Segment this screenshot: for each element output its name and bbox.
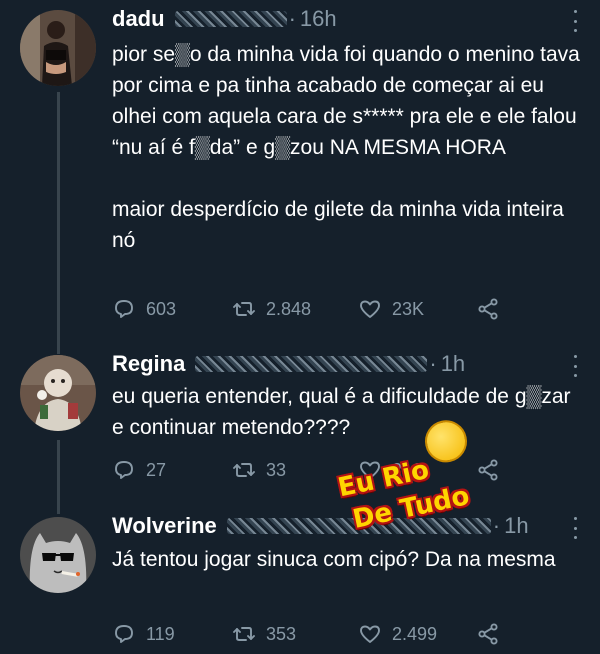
- censored-handle: [174, 11, 287, 27]
- tweet-paragraph: pior se▒o da minha vida foi quando o men…: [112, 43, 580, 159]
- display-name[interactable]: dadu: [112, 6, 165, 32]
- retweet-icon: [233, 463, 255, 477]
- more-options-icon[interactable]: [572, 355, 578, 377]
- reply-button[interactable]: 27: [112, 455, 166, 485]
- avatar[interactable]: [20, 355, 96, 431]
- action-bar: 603 2.848 23K: [112, 294, 512, 324]
- more-options-icon[interactable]: [572, 517, 578, 539]
- retweet-count: 33: [266, 459, 287, 480]
- reply-button[interactable]: 119: [112, 619, 175, 649]
- like-count: 216: [392, 459, 423, 480]
- tweet-paragraph: maior desperdício de gilete da minha vid…: [112, 198, 564, 252]
- reply-count: 603: [146, 298, 177, 319]
- tweet-header: Regina · 1h: [112, 351, 465, 377]
- share-icon: [478, 459, 498, 481]
- share-button[interactable]: [476, 294, 500, 324]
- reply-button[interactable]: 603: [112, 294, 176, 324]
- avatar[interactable]: [20, 10, 96, 86]
- avatar[interactable]: [20, 517, 96, 593]
- timestamp[interactable]: 1h: [504, 513, 528, 539]
- retweet-count: 2.848: [266, 298, 312, 319]
- separator-dot: ·: [492, 513, 501, 538]
- reply-icon: [115, 461, 133, 479]
- retweet-icon: [233, 302, 255, 316]
- share-icon: [478, 623, 498, 645]
- heart-icon: [360, 461, 380, 479]
- separator-dot: ·: [288, 6, 296, 31]
- censored-handle: [226, 518, 491, 534]
- like-count: 2.499: [392, 623, 438, 644]
- tweet-header: dadu · 16h: [112, 6, 337, 32]
- share-icon: [478, 298, 498, 320]
- retweet-button[interactable]: 353: [232, 619, 296, 649]
- share-button[interactable]: [476, 619, 500, 649]
- timestamp[interactable]: 1h: [441, 351, 465, 377]
- action-bar: 119 353 2.499: [112, 619, 512, 649]
- tweet-paragraph: eu queria entender, qual é a dificuldade…: [112, 385, 571, 439]
- share-button[interactable]: [476, 455, 500, 485]
- like-button[interactable]: 216: [358, 455, 422, 485]
- retweet-button[interactable]: 2.848: [232, 294, 311, 324]
- timestamp[interactable]: 16h: [300, 6, 337, 32]
- heart-icon: [360, 625, 380, 643]
- tweet-text: Já tentou jogar sinuca com cipó? Da na m…: [112, 544, 582, 575]
- tweet-text: eu queria entender, qual é a dificuldade…: [112, 381, 582, 443]
- reply-count: 27: [146, 459, 167, 480]
- tweet-2[interactable]: Regina · 1h eu queria entender, qual é a…: [0, 345, 600, 505]
- tweet-text: pior se▒o da minha vida foi quando o men…: [112, 39, 582, 256]
- action-bar: 27 33 216: [112, 455, 512, 485]
- tweet-1[interactable]: dadu · 16h pior se▒o da minha vida foi q…: [0, 0, 600, 345]
- reply-icon: [115, 625, 133, 643]
- more-options-icon[interactable]: [572, 10, 578, 32]
- tweet-paragraph: Já tentou jogar sinuca com cipó? Da na m…: [112, 548, 556, 571]
- tweet-header: Wolverine · 1h: [112, 513, 529, 539]
- censored-handle: [195, 356, 428, 372]
- separator-dot: ·: [429, 351, 437, 376]
- reply-count: 119: [146, 623, 175, 644]
- reply-icon: [115, 300, 133, 318]
- like-button[interactable]: 2.499: [358, 619, 437, 649]
- like-count: 23K: [392, 298, 425, 319]
- heart-icon: [360, 300, 380, 318]
- display-name[interactable]: Wolverine: [112, 513, 217, 539]
- retweet-button[interactable]: 33: [232, 455, 286, 485]
- tweet-3[interactable]: Wolverine · 1h Já tentou jogar sinuca co…: [0, 505, 600, 654]
- retweet-icon: [233, 627, 255, 641]
- display-name[interactable]: Regina: [112, 351, 185, 377]
- retweet-count: 353: [266, 623, 297, 644]
- like-button[interactable]: 23K: [358, 294, 424, 324]
